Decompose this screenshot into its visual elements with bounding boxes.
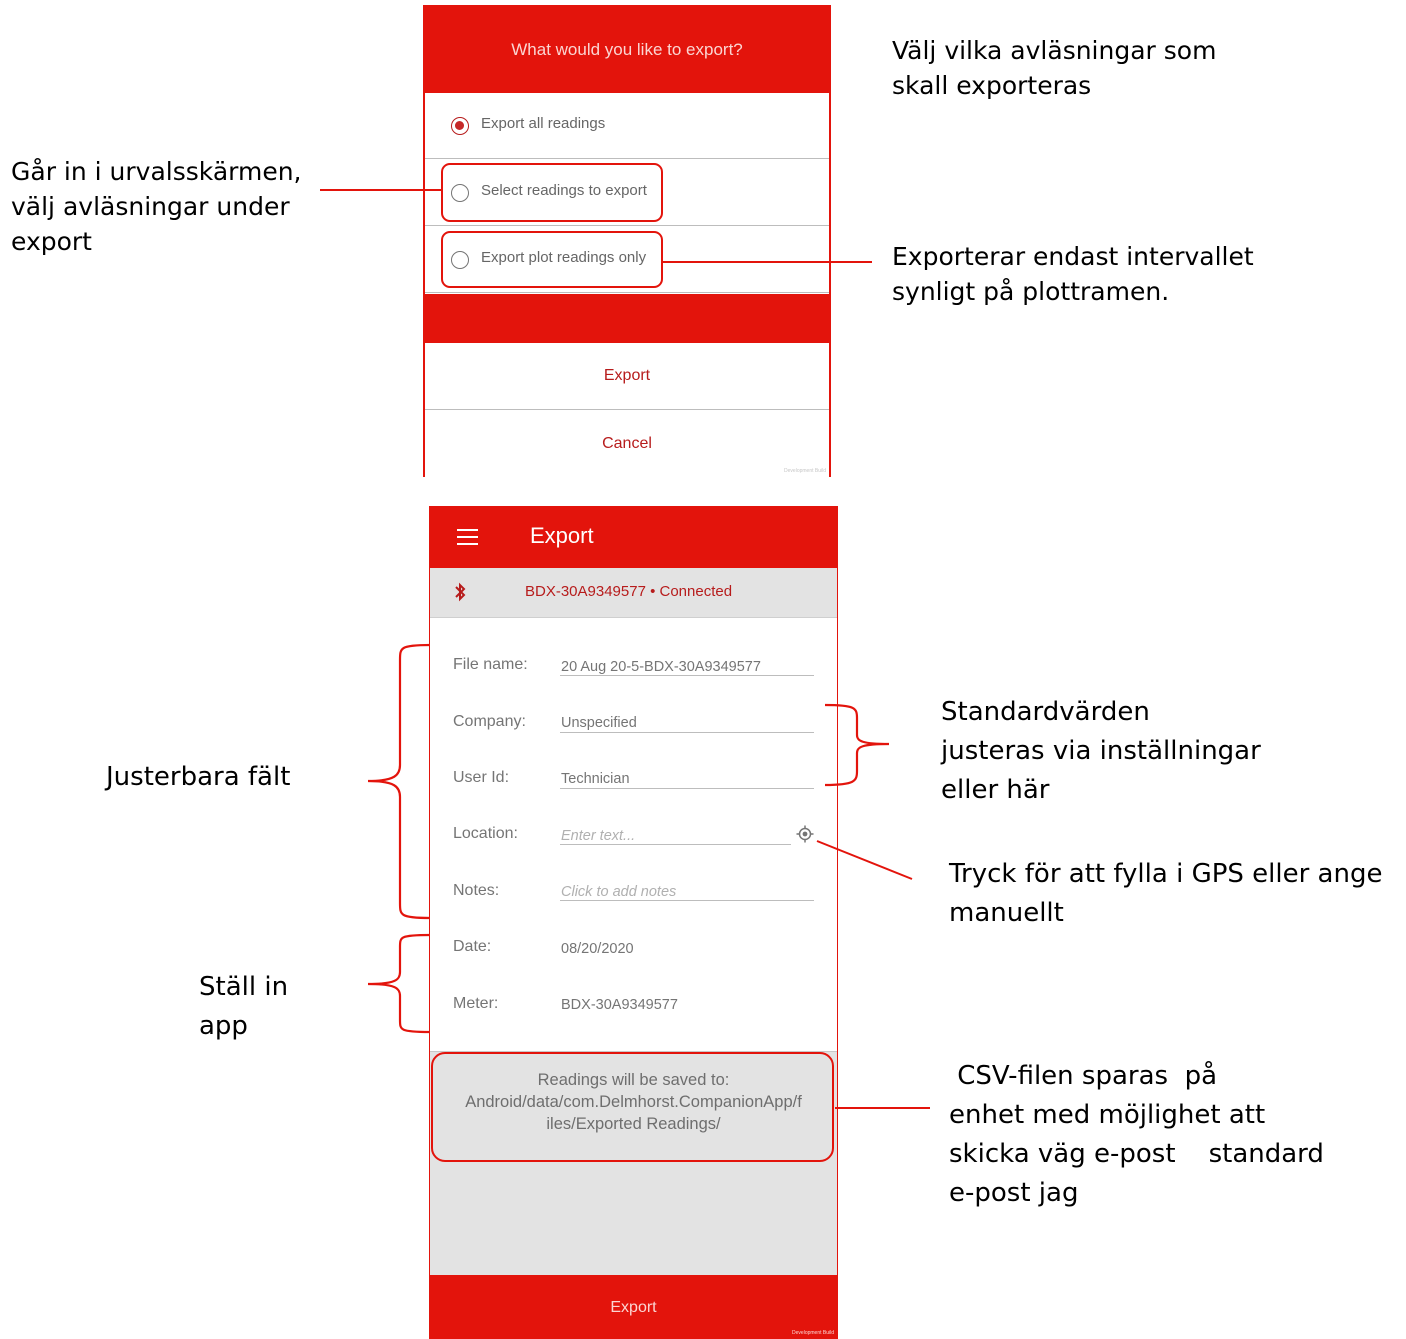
annotation-defaults: Standardvärden justeras via inställninga… <box>941 697 1261 805</box>
annotation-csv-saved: CSV-filen sparas på enhet med möjlighet … <box>949 1061 1324 1208</box>
annotation-adjustable-fields: Justerbara fält <box>106 762 291 792</box>
annotation-set-in-app: Ställ in app <box>199 972 289 1041</box>
annotation-gps: Tryck för att fylla i GPS eller ange man… <box>949 859 1383 928</box>
